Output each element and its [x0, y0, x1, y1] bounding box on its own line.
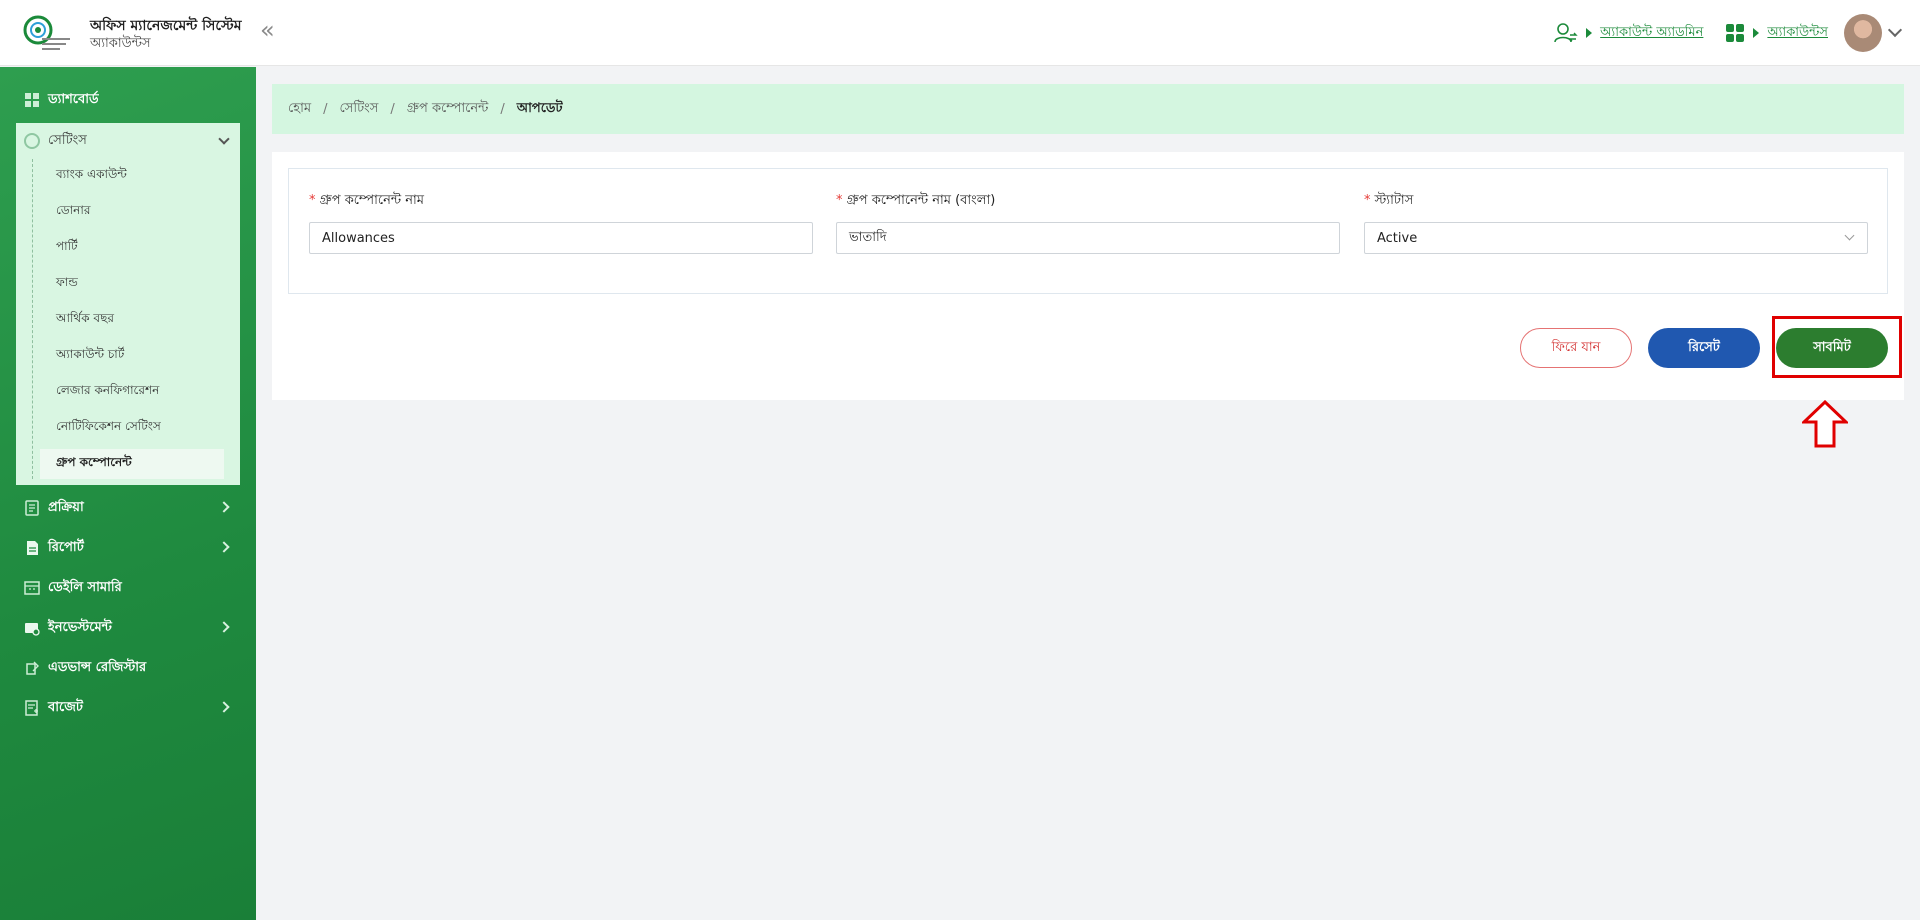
sidebar-item-budget[interactable]: বাজেট [16, 689, 240, 727]
sidebar-item-settings[interactable]: সেটিংস [16, 123, 240, 159]
status-label: * স্ট্যাটাস [1364, 191, 1868, 212]
name-bn-label: * গ্রুপ কম্পোনেন্ট নাম (বাংলা) [836, 191, 1340, 212]
sidebar-item-label: রিপোর্ট [48, 539, 84, 555]
calendar-icon [24, 580, 40, 596]
sidebar-item-label: বাজেট [48, 699, 83, 715]
report-icon [24, 540, 40, 556]
required-mark: * [309, 193, 316, 208]
submit-highlight-box [1772, 316, 1902, 378]
group-component-form: * গ্রুপ কম্পোনেন্ট নাম Allowances * গ্রুপ … [288, 168, 1888, 294]
user-switch-icon [1554, 23, 1578, 43]
required-mark: * [836, 193, 843, 208]
required-mark: * [1364, 193, 1371, 208]
apps-grid-icon [1726, 24, 1745, 42]
submenu-item-donor[interactable]: ডোনার [40, 197, 224, 227]
chevron-right-icon [218, 501, 230, 513]
submenu-item-fund[interactable]: ফান্ড [40, 269, 224, 299]
accounts-label[interactable]: অ্যাকাউন্টস [1767, 23, 1828, 44]
caret-right-icon [1586, 28, 1593, 38]
back-button[interactable]: ফিরে যান [1520, 328, 1632, 368]
submenu-item-bank-account[interactable]: ব্যাংক একাউন্ট [40, 161, 224, 191]
sidebar-item-label: ডেইলি সামারি [48, 579, 122, 595]
breadcrumb: হোম / সেটিংস / গ্রুপ কম্পোনেন্ট / আপডেট [272, 84, 1904, 134]
gear-icon [24, 133, 40, 149]
breadcrumb-current: আপডেট [516, 100, 563, 116]
investment-icon [24, 620, 40, 636]
sidebar-item-label: সেটিংস [48, 132, 87, 148]
user-avatar[interactable] [1844, 14, 1882, 52]
breadcrumb-separator: / [390, 101, 395, 117]
chevron-down-icon[interactable] [1887, 22, 1903, 38]
sidebar-item-label: ড্যাশবোর্ড [48, 91, 99, 107]
breadcrumb-separator: / [323, 101, 328, 117]
submenu-tree-line [32, 159, 33, 479]
sidebar-item-dashboard[interactable]: ড্যাশবোর্ড [16, 81, 240, 119]
name-label-text: গ্রুপ কম্পোনেন্ট নাম [319, 193, 424, 208]
chevron-right-icon [218, 621, 230, 633]
accounts-link[interactable]: অ্যাকাউন্টস [1725, 23, 1828, 44]
app-subtitle: অ্যাকাউন্টস [90, 36, 151, 51]
name-bn-field: * গ্রুপ কম্পোনেন্ট নাম (বাংলা) ভাতাদি [836, 191, 1340, 254]
dashboard-icon [24, 92, 40, 108]
submenu-item-ledger-config[interactable]: লেজার কনফিগারেশন [40, 377, 224, 407]
name-bn-input[interactable]: ভাতাদি [836, 222, 1340, 254]
advance-register-icon [24, 660, 40, 676]
account-admin-label[interactable]: অ্যাকাউন্ট অ্যাডমিন [1600, 23, 1703, 44]
name-bn-label-text: গ্রুপ কম্পোনেন্ট নাম (বাংলা) [846, 193, 996, 208]
status-field: * স্ট্যাটাস Active [1364, 191, 1868, 254]
collapse-sidebar-icon[interactable]: « [260, 18, 275, 42]
sidebar-item-label: ইনভেস্টমেন্ট [48, 619, 112, 635]
breadcrumb-group-component[interactable]: গ্রুপ কম্পোনেন্ট [407, 99, 489, 120]
sidebar-item-report[interactable]: রিপোর্ট [16, 529, 240, 567]
submenu-item-group-component[interactable]: গ্রুপ কম্পোনেন্ট [40, 449, 224, 479]
name-input[interactable]: Allowances [309, 222, 813, 254]
breadcrumb-separator: / [500, 101, 505, 117]
form-panel: * গ্রুপ কম্পোনেন্ট নাম Allowances * গ্রুপ … [272, 152, 1904, 400]
sidebar-item-daily-summary[interactable]: ডেইলি সামারি [16, 569, 240, 607]
account-admin-link[interactable]: অ্যাকাউন্ট অ্যাডমিন [1554, 22, 1703, 44]
status-label-text: স্ট্যাটাস [1374, 193, 1414, 208]
status-select[interactable]: Active [1364, 222, 1868, 254]
sidebar-item-process[interactable]: প্রক্রিয়া [16, 489, 240, 527]
sidebar-item-investment[interactable]: ইনভেস্টমেন্ট [16, 609, 240, 647]
settings-submenu: সেটিংস ব্যাংক একাউন্ট ডোনার পার্টি ফান্ড… [16, 123, 240, 485]
reset-button[interactable]: রিসেট [1648, 328, 1760, 368]
up-arrow-icon [1802, 400, 1848, 448]
sidebar-item-advance-register[interactable]: এডভান্স রেজিস্টার [16, 649, 240, 687]
submenu-item-fiscal-year[interactable]: আর্থিক বছর [40, 305, 224, 335]
submenu-item-account-chart[interactable]: অ্যাকাউন্ট চার্ট [40, 341, 224, 371]
budget-icon [24, 700, 40, 716]
name-field: * গ্রুপ কম্পোনেন্ট নাম Allowances [309, 191, 813, 254]
submenu-item-notification-settings[interactable]: নোটিফিকেশন সেটিংস [40, 413, 224, 443]
name-label: * গ্রুপ কম্পোনেন্ট নাম [309, 191, 813, 212]
sidebar-item-label: এডভান্স রেজিস্টার [48, 659, 147, 675]
status-select-value: Active [1377, 230, 1418, 246]
top-header: অফিস ম্যানেজমেন্ট সিস্টেম অ্যাকাউন্টস « … [0, 0, 1920, 66]
process-icon [24, 500, 40, 516]
submenu-item-party[interactable]: পার্টি [40, 233, 224, 263]
breadcrumb-home[interactable]: হোম [288, 99, 311, 120]
chevron-down-icon [218, 133, 230, 145]
caret-right-icon [1753, 28, 1760, 38]
header-actions: অ্যাকাউন্ট অ্যাডমিন অ্যাকাউন্টস [1532, 14, 1903, 52]
breadcrumb-settings[interactable]: সেটিংস [339, 99, 378, 120]
authority-logo [23, 15, 70, 50]
chevron-down-icon [1844, 230, 1855, 241]
chevron-right-icon [218, 701, 230, 713]
sidebar-item-label: প্রক্রিয়া [48, 499, 84, 515]
chevron-right-icon [218, 541, 230, 553]
sidebar: ড্যাশবোর্ড সেটিংস ব্যাংক একাউন্ট ডোনার প… [0, 67, 256, 920]
